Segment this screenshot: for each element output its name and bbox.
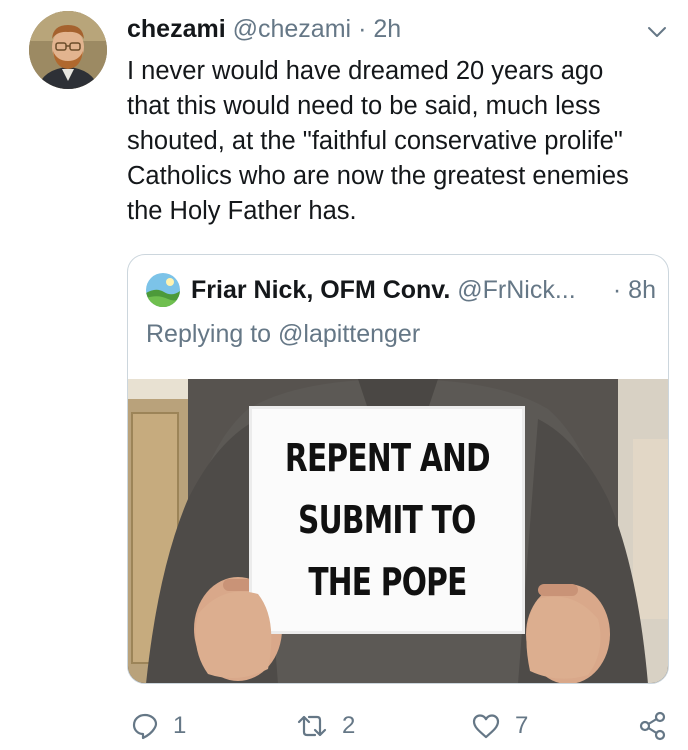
sign-line-1: REPENT AND <box>284 436 491 480</box>
share-icon <box>638 711 668 741</box>
like-count: 7 <box>515 712 529 739</box>
caret-down-icon[interactable] <box>645 20 669 44</box>
tweet-header: chezami @chezami · 2h <box>127 14 401 44</box>
replying-to: Replying to @lapittenger <box>146 320 421 348</box>
retweet-icon <box>296 712 328 740</box>
action-bar: 1 2 7 <box>0 706 688 746</box>
quoted-author-avatar <box>146 273 180 307</box>
retweet-button[interactable]: 2 <box>296 706 355 746</box>
quoted-author-name[interactable]: Friar Nick, OFM Conv. <box>191 276 450 304</box>
avatar-image <box>29 11 107 89</box>
author-avatar[interactable] <box>29 11 107 89</box>
reply-count: 1 <box>173 712 187 739</box>
reply-button[interactable]: 1 <box>131 706 186 746</box>
quoted-image[interactable]: REPENT AND SUBMIT TO THE POPE <box>128 379 668 683</box>
quoted-author-handle[interactable]: @FrNick... <box>457 276 575 304</box>
reply-icon <box>131 712 159 740</box>
like-icon <box>471 712 501 740</box>
tweet-text: I never would have dreamed 20 years ago … <box>127 57 629 225</box>
header-separator: · <box>358 15 367 43</box>
tweet-timestamp[interactable]: 2h <box>373 15 401 43</box>
retweet-count: 2 <box>342 712 356 739</box>
quoted-tweet[interactable]: Friar Nick, OFM Conv. @FrNick... · 8h Re… <box>127 254 669 684</box>
author-handle[interactable]: @chezami <box>233 15 351 43</box>
author-name[interactable]: chezami <box>127 15 226 43</box>
share-button[interactable] <box>638 706 668 746</box>
sign-line-3: THE POPE <box>307 560 467 604</box>
protest-sign: REPENT AND SUBMIT TO THE POPE <box>252 409 522 631</box>
sign-line-2: SUBMIT TO <box>298 498 476 542</box>
like-button[interactable]: 7 <box>471 706 528 746</box>
quoted-timestamp[interactable]: · 8h <box>613 275 656 305</box>
quoted-header: Friar Nick, OFM Conv. @FrNick... · 8h <box>191 275 656 305</box>
